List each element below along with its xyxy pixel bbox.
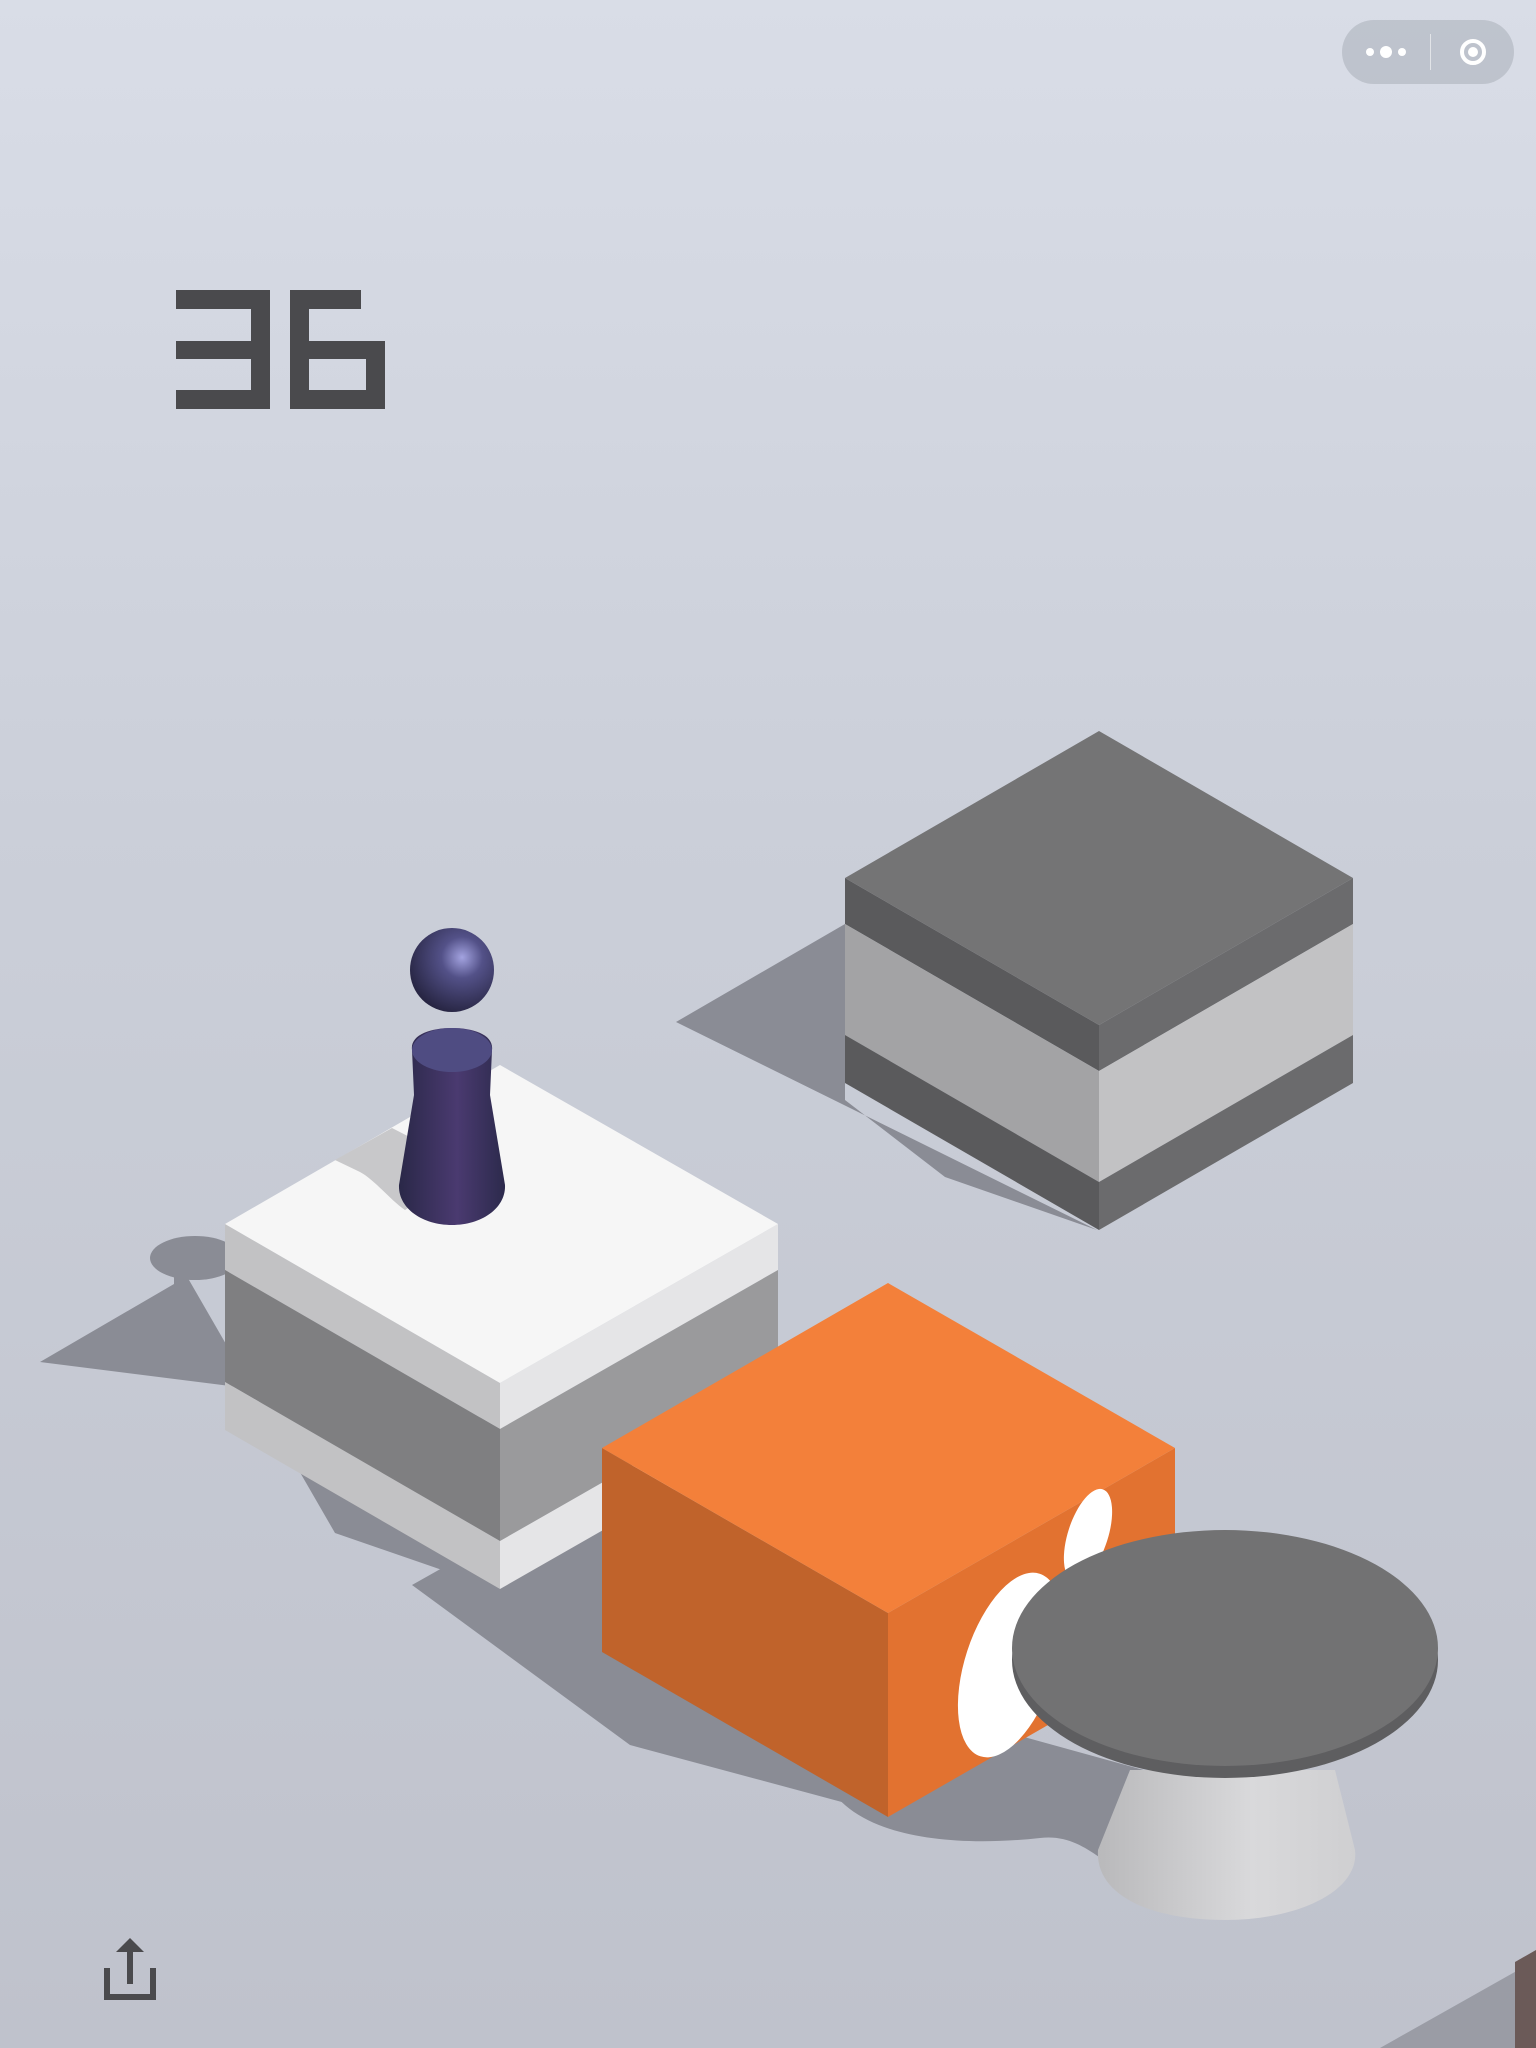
score-display: 36: [172, 285, 412, 415]
more-button[interactable]: [1342, 20, 1430, 84]
share-button[interactable]: [100, 1938, 160, 2002]
more-dots-icon: [1366, 48, 1374, 56]
distant-object-shadow: [1380, 1960, 1536, 2048]
share-upload-icon: [104, 1938, 156, 2000]
round-pedestal: [1012, 1530, 1438, 1920]
distant-object: [1515, 1950, 1536, 2048]
player-piece[interactable]: [398, 928, 506, 1225]
target-close-icon: [1459, 39, 1486, 65]
close-button[interactable]: [1431, 20, 1514, 84]
mini-program-capsule: [1342, 20, 1514, 84]
